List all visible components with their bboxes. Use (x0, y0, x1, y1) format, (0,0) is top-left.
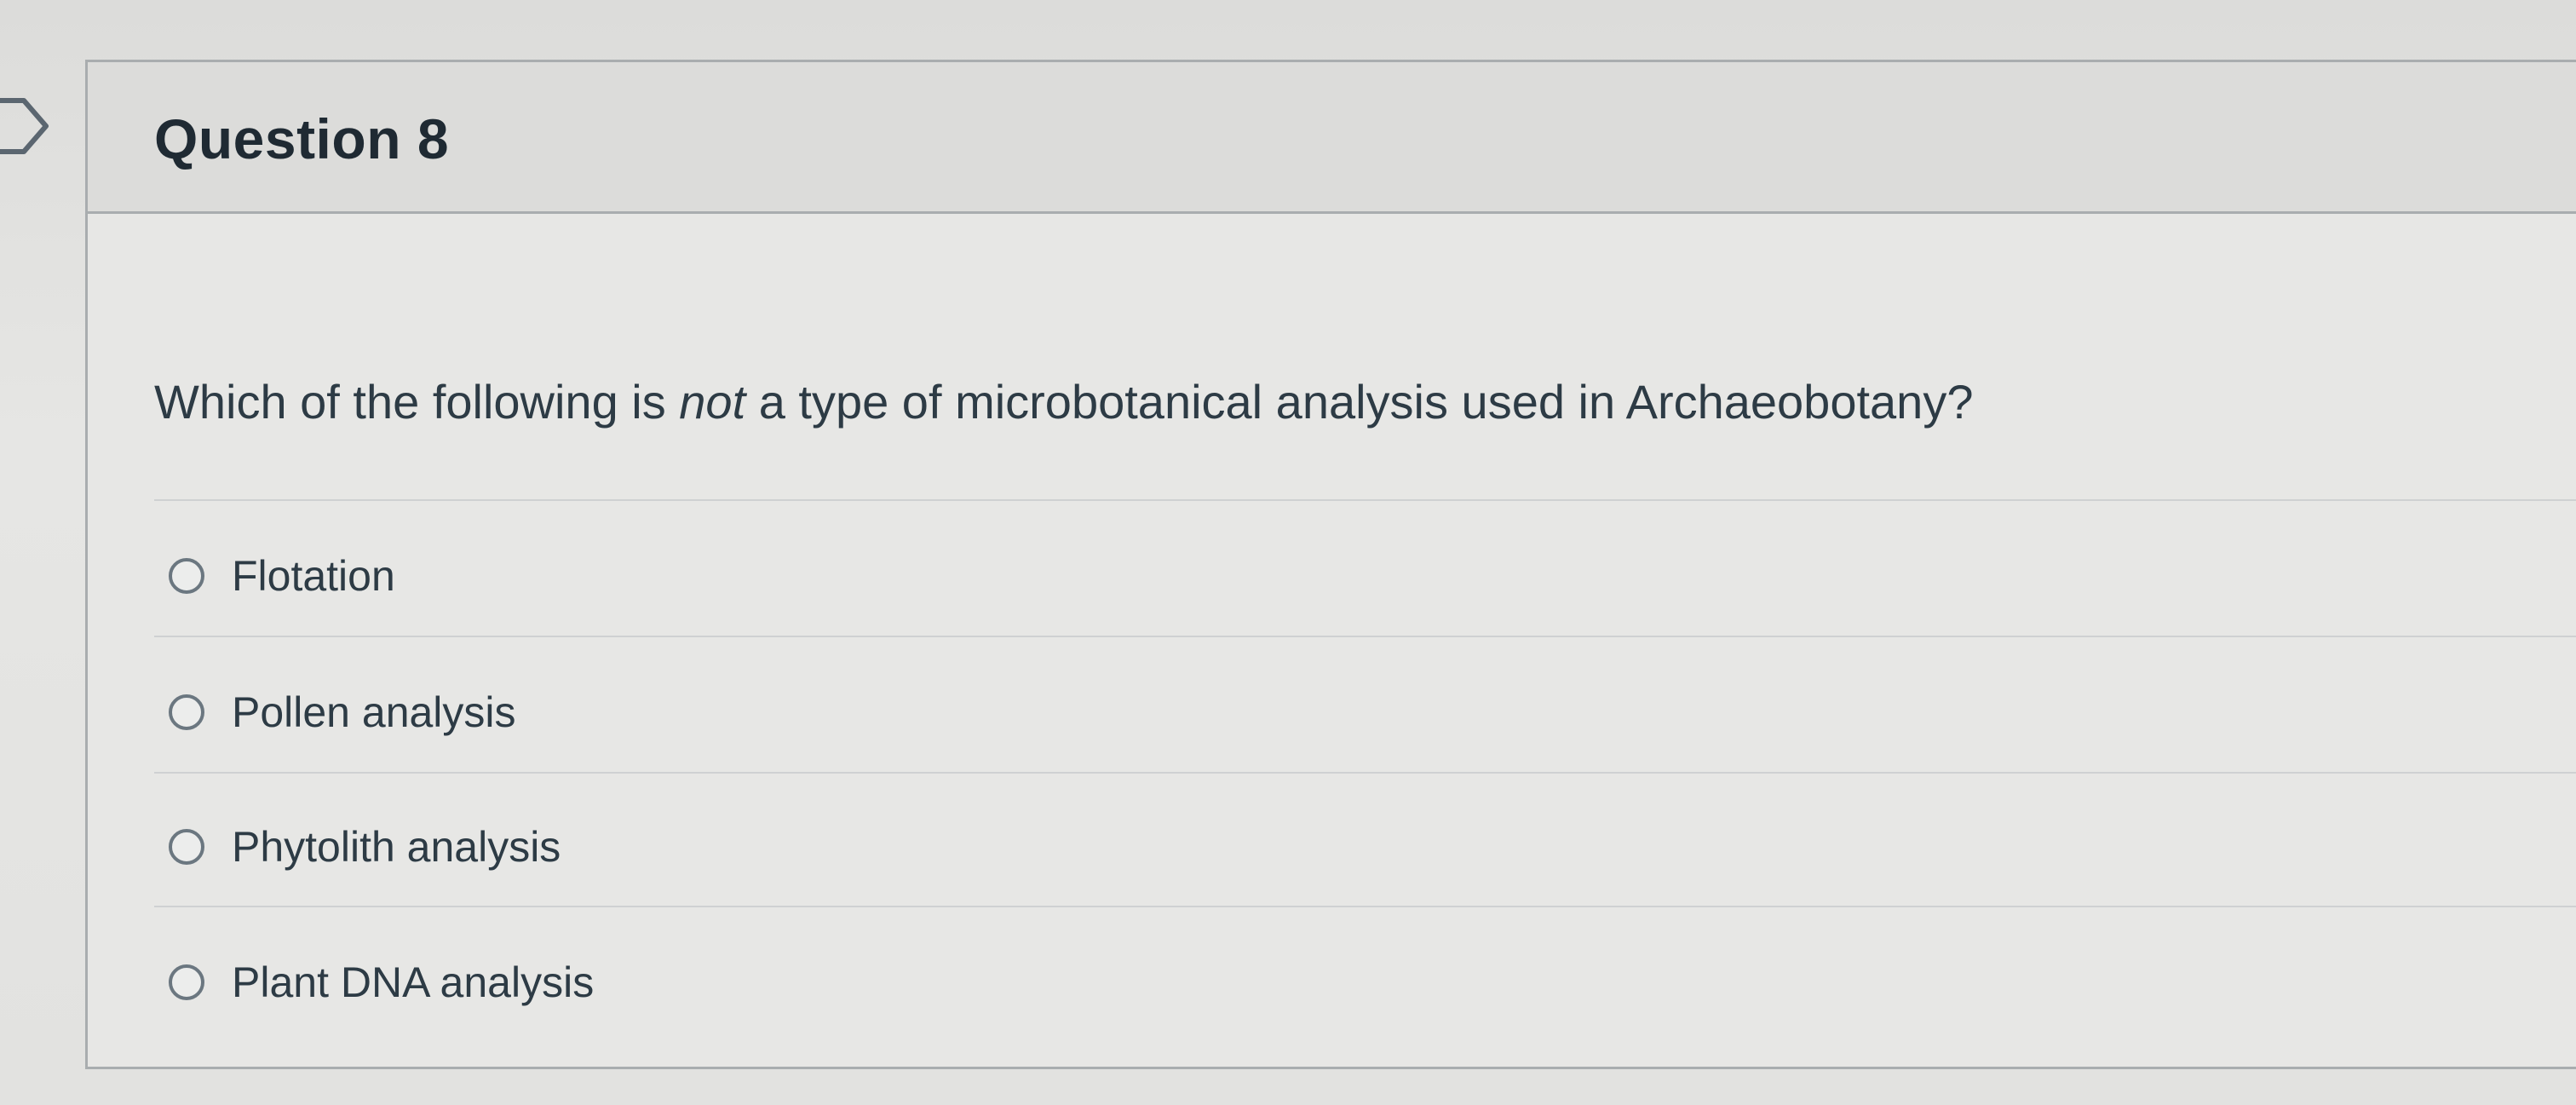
question-text-before: Which of the following is (154, 375, 680, 429)
question-title: Question 8 (154, 107, 450, 170)
answer-label: Pollen analysis (232, 688, 516, 736)
answer-option-pollen-analysis[interactable]: Pollen analysis (169, 678, 516, 746)
answer-label: Flotation (232, 552, 395, 600)
radio-button-icon[interactable] (169, 694, 204, 730)
question-text-emphasis: not (679, 375, 746, 429)
answer-option-flotation[interactable]: Flotation (169, 542, 395, 610)
question-card: Question 8 Which of the following is not… (85, 60, 2576, 1069)
answer-label: Plant DNA analysis (232, 958, 595, 1006)
divider (154, 772, 2576, 774)
divider (154, 499, 2576, 501)
question-header: Question 8 (88, 62, 2576, 214)
question-text-after: a type of microbotanical analysis used i… (745, 375, 1974, 429)
divider (154, 906, 2576, 907)
answer-label: Phytolith analysis (232, 823, 561, 871)
radio-button-icon[interactable] (169, 964, 204, 1000)
radio-button-icon[interactable] (169, 829, 204, 865)
answer-option-phytolith-analysis[interactable]: Phytolith analysis (169, 813, 561, 881)
question-text: Which of the following is not a type of … (154, 374, 1973, 429)
radio-button-icon[interactable] (169, 558, 204, 594)
answer-option-plant-dna-analysis[interactable]: Plant DNA analysis (169, 948, 594, 1016)
quiz-page: Question 8 Which of the following is not… (0, 0, 2576, 1105)
flag-question-icon[interactable] (0, 95, 51, 157)
divider (154, 636, 2576, 637)
